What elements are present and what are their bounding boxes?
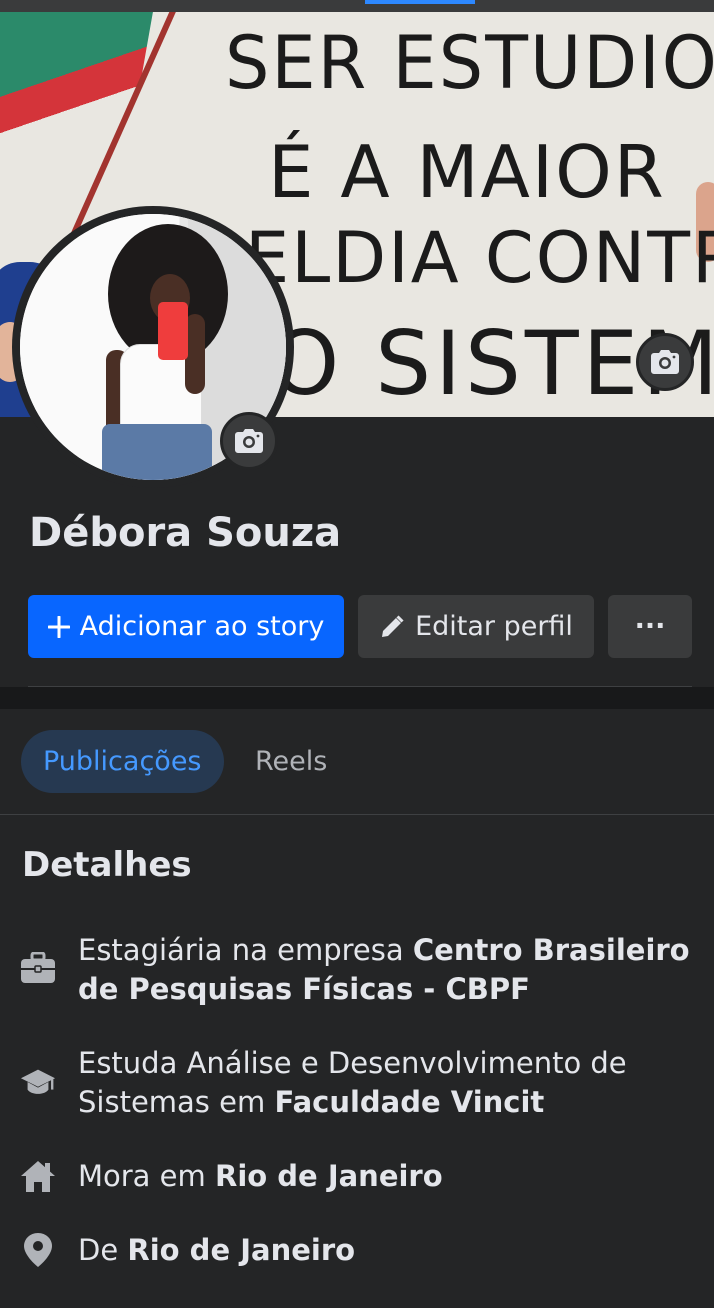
active-tab-indicator bbox=[365, 0, 475, 4]
section-separator bbox=[0, 687, 714, 709]
detail-lives-in: Mora em Rio de Janeiro bbox=[78, 1157, 698, 1196]
detail-from-place[interactable]: Rio de Janeiro bbox=[127, 1233, 355, 1267]
plus-icon bbox=[47, 615, 70, 638]
detail-from-prefix: De bbox=[78, 1233, 128, 1267]
detail-lives-place[interactable]: Rio de Janeiro bbox=[215, 1159, 443, 1193]
edit-profile-button[interactable]: Editar perfil bbox=[358, 595, 594, 658]
add-to-story-button[interactable]: Adicionar ao story bbox=[28, 595, 344, 658]
detail-from: De Rio de Janeiro bbox=[78, 1231, 698, 1270]
detail-education: Estuda Análise e Desenvolvimento de Sist… bbox=[78, 1044, 698, 1122]
details-heading: Detalhes bbox=[22, 845, 192, 885]
location-pin-icon bbox=[20, 1232, 56, 1268]
edit-cover-camera-button[interactable] bbox=[636, 333, 694, 391]
home-icon bbox=[20, 1158, 56, 1194]
detail-work-prefix: Estagiária na empresa bbox=[78, 933, 413, 967]
cover-text-line: É A MAIOR bbox=[268, 130, 666, 214]
camera-icon bbox=[235, 429, 263, 453]
top-tab-strip bbox=[0, 0, 714, 12]
edit-avatar-camera-button[interactable] bbox=[220, 412, 278, 470]
divider bbox=[0, 814, 714, 815]
camera-icon bbox=[651, 350, 679, 374]
briefcase-icon bbox=[20, 950, 56, 986]
add-to-story-label: Adicionar ao story bbox=[79, 611, 325, 642]
edit-profile-label: Editar perfil bbox=[415, 611, 573, 642]
more-options-button[interactable]: ··· bbox=[608, 595, 692, 658]
tab-publicacoes[interactable]: Publicações bbox=[21, 730, 224, 793]
cover-text-line: SER ESTUDIOSO bbox=[225, 19, 714, 107]
detail-work: Estagiária na empresa Centro Brasileiro … bbox=[78, 931, 698, 1009]
pencil-icon bbox=[379, 614, 405, 640]
detail-lives-prefix: Mora em bbox=[78, 1159, 215, 1193]
tab-reels[interactable]: Reels bbox=[255, 730, 327, 793]
graduation-cap-icon bbox=[20, 1064, 56, 1100]
detail-education-org[interactable]: Faculdade Vincit bbox=[274, 1085, 544, 1119]
more-options-label: ··· bbox=[634, 611, 666, 642]
profile-name: Débora Souza bbox=[29, 510, 342, 556]
